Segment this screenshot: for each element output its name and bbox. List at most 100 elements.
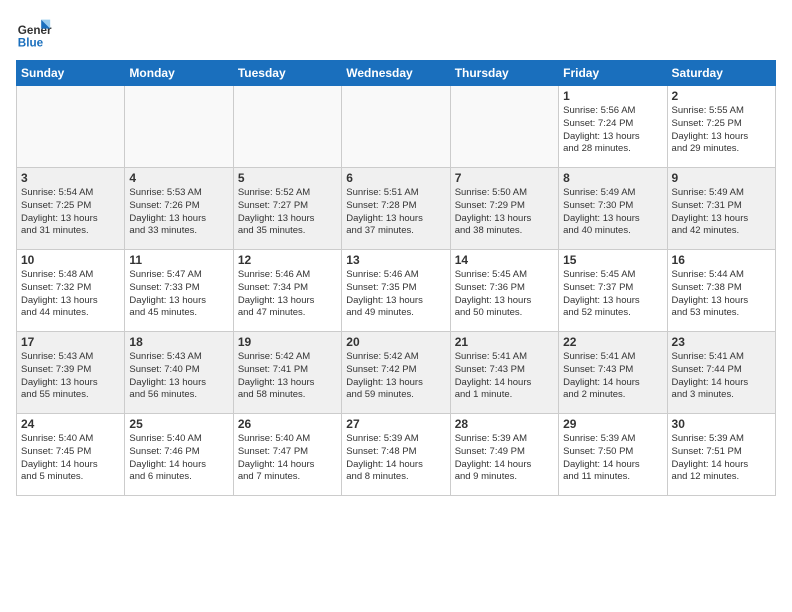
day-number: 18 [129,335,228,349]
logo: General Blue [16,16,52,52]
day-cell: 6 Sunrise: 5:51 AM Sunset: 7:28 PM Daylig… [342,168,450,250]
day-cell: 21 Sunrise: 5:41 AM Sunset: 7:43 PM Dayli… [450,332,558,414]
day-cell: 7 Sunrise: 5:50 AM Sunset: 7:29 PM Daylig… [450,168,558,250]
logo-icon: General Blue [16,16,52,52]
day-info: Sunrise: 5:43 AM Sunset: 7:40 PM Dayligh… [129,351,228,402]
day-cell: 17Sunrise: 5:43 AM Sunset: 7:39 PM Dayli… [17,332,125,414]
day-info: Sunrise: 5:55 AM Sunset: 7:25 PM Dayligh… [672,105,771,156]
day-info: Sunrise: 5:41 AM Sunset: 7:43 PM Dayligh… [455,351,554,402]
day-header-wednesday: Wednesday [342,61,450,86]
day-cell: 28 Sunrise: 5:39 AM Sunset: 7:49 PM Dayli… [450,414,558,496]
day-cell [342,86,450,168]
day-number: 1 [563,89,662,103]
week-row-4: 17Sunrise: 5:43 AM Sunset: 7:39 PM Dayli… [17,332,776,414]
day-info: Sunrise: 5:42 AM Sunset: 7:42 PM Dayligh… [346,351,445,402]
day-number: 29 [563,417,662,431]
day-number: 26 [238,417,337,431]
week-row-1: 1 Sunrise: 5:56 AM Sunset: 7:24 PM Daylig… [17,86,776,168]
svg-text:Blue: Blue [18,37,44,50]
day-cell: 29 Sunrise: 5:39 AM Sunset: 7:50 PM Dayli… [559,414,667,496]
day-number: 3 [21,171,120,185]
day-info: Sunrise: 5:50 AM Sunset: 7:29 PM Dayligh… [455,187,554,238]
day-number: 22 [563,335,662,349]
day-cell: 2 Sunrise: 5:55 AM Sunset: 7:25 PM Daylig… [667,86,775,168]
day-info: Sunrise: 5:51 AM Sunset: 7:28 PM Dayligh… [346,187,445,238]
day-info: Sunrise: 5:44 AM Sunset: 7:38 PM Dayligh… [672,269,771,320]
day-info: Sunrise: 5:41 AM Sunset: 7:44 PM Dayligh… [672,351,771,402]
day-number: 16 [672,253,771,267]
day-cell: 24 Sunrise: 5:40 AM Sunset: 7:45 PM Dayli… [17,414,125,496]
day-number: 21 [455,335,554,349]
day-number: 5 [238,171,337,185]
day-info: Sunrise: 5:49 AM Sunset: 7:31 PM Dayligh… [672,187,771,238]
week-row-5: 24 Sunrise: 5:40 AM Sunset: 7:45 PM Dayli… [17,414,776,496]
day-info: Sunrise: 5:56 AM Sunset: 7:24 PM Dayligh… [563,105,662,156]
day-number: 9 [672,171,771,185]
header: General Blue [16,16,776,52]
day-header-tuesday: Tuesday [233,61,341,86]
day-cell: 10 Sunrise: 5:48 AM Sunset: 7:32 PM Dayli… [17,250,125,332]
day-info: Sunrise: 5:52 AM Sunset: 7:27 PM Dayligh… [238,187,337,238]
day-cell [17,86,125,168]
day-info: Sunrise: 5:45 AM Sunset: 7:36 PM Dayligh… [455,269,554,320]
day-number: 14 [455,253,554,267]
day-header-monday: Monday [125,61,233,86]
day-number: 10 [21,253,120,267]
day-cell: 18 Sunrise: 5:43 AM Sunset: 7:40 PM Dayli… [125,332,233,414]
day-cell: 3 Sunrise: 5:54 AM Sunset: 7:25 PM Daylig… [17,168,125,250]
day-number: 15 [563,253,662,267]
day-number: 11 [129,253,228,267]
day-info: Sunrise: 5:46 AM Sunset: 7:35 PM Dayligh… [346,269,445,320]
week-row-3: 10 Sunrise: 5:48 AM Sunset: 7:32 PM Dayli… [17,250,776,332]
day-cell: 23 Sunrise: 5:41 AM Sunset: 7:44 PM Dayli… [667,332,775,414]
day-info: Sunrise: 5:46 AM Sunset: 7:34 PM Dayligh… [238,269,337,320]
day-info: Sunrise: 5:39 AM Sunset: 7:49 PM Dayligh… [455,433,554,484]
day-number: 24 [21,417,120,431]
day-number: 19 [238,335,337,349]
day-number: 2 [672,89,771,103]
day-cell: 15 Sunrise: 5:45 AM Sunset: 7:37 PM Dayli… [559,250,667,332]
day-info: Sunrise: 5:49 AM Sunset: 7:30 PM Dayligh… [563,187,662,238]
day-cell: 9 Sunrise: 5:49 AM Sunset: 7:31 PM Daylig… [667,168,775,250]
day-cell: 26 Sunrise: 5:40 AM Sunset: 7:47 PM Dayli… [233,414,341,496]
day-cell: 19 Sunrise: 5:42 AM Sunset: 7:41 PM Dayli… [233,332,341,414]
day-cell: 27Sunrise: 5:39 AM Sunset: 7:48 PM Dayli… [342,414,450,496]
day-info: Sunrise: 5:48 AM Sunset: 7:32 PM Dayligh… [21,269,120,320]
day-number: 25 [129,417,228,431]
day-cell: 16 Sunrise: 5:44 AM Sunset: 7:38 PM Dayli… [667,250,775,332]
day-cell: 5 Sunrise: 5:52 AM Sunset: 7:27 PM Daylig… [233,168,341,250]
header-row: SundayMondayTuesdayWednesdayThursdayFrid… [17,61,776,86]
day-number: 17 [21,335,120,349]
day-cell: 13 Sunrise: 5:46 AM Sunset: 7:35 PM Dayli… [342,250,450,332]
day-info: Sunrise: 5:45 AM Sunset: 7:37 PM Dayligh… [563,269,662,320]
day-info: Sunrise: 5:39 AM Sunset: 7:50 PM Dayligh… [563,433,662,484]
day-number: 6 [346,171,445,185]
day-cell: 30 Sunrise: 5:39 AM Sunset: 7:51 PM Dayli… [667,414,775,496]
day-cell [450,86,558,168]
day-info: Sunrise: 5:40 AM Sunset: 7:46 PM Dayligh… [129,433,228,484]
day-info: Sunrise: 5:39 AM Sunset: 7:48 PM Dayligh… [346,433,445,484]
day-number: 20 [346,335,445,349]
day-info: Sunrise: 5:39 AM Sunset: 7:51 PM Dayligh… [672,433,771,484]
day-cell: 22 Sunrise: 5:41 AM Sunset: 7:43 PM Dayli… [559,332,667,414]
day-number: 8 [563,171,662,185]
day-number: 30 [672,417,771,431]
day-cell: 8 Sunrise: 5:49 AM Sunset: 7:30 PM Daylig… [559,168,667,250]
day-info: Sunrise: 5:54 AM Sunset: 7:25 PM Dayligh… [21,187,120,238]
day-number: 13 [346,253,445,267]
day-cell: 4Sunrise: 5:53 AM Sunset: 7:26 PM Daylig… [125,168,233,250]
day-info: Sunrise: 5:41 AM Sunset: 7:43 PM Dayligh… [563,351,662,402]
day-cell [233,86,341,168]
day-cell: 20 Sunrise: 5:42 AM Sunset: 7:42 PM Dayli… [342,332,450,414]
day-header-friday: Friday [559,61,667,86]
day-cell: 25 Sunrise: 5:40 AM Sunset: 7:46 PM Dayli… [125,414,233,496]
day-number: 7 [455,171,554,185]
day-info: Sunrise: 5:42 AM Sunset: 7:41 PM Dayligh… [238,351,337,402]
day-header-sunday: Sunday [17,61,125,86]
day-cell [125,86,233,168]
day-info: Sunrise: 5:40 AM Sunset: 7:45 PM Dayligh… [21,433,120,484]
day-info: Sunrise: 5:40 AM Sunset: 7:47 PM Dayligh… [238,433,337,484]
day-info: Sunrise: 5:53 AM Sunset: 7:26 PM Dayligh… [129,187,228,238]
day-number: 23 [672,335,771,349]
day-number: 28 [455,417,554,431]
